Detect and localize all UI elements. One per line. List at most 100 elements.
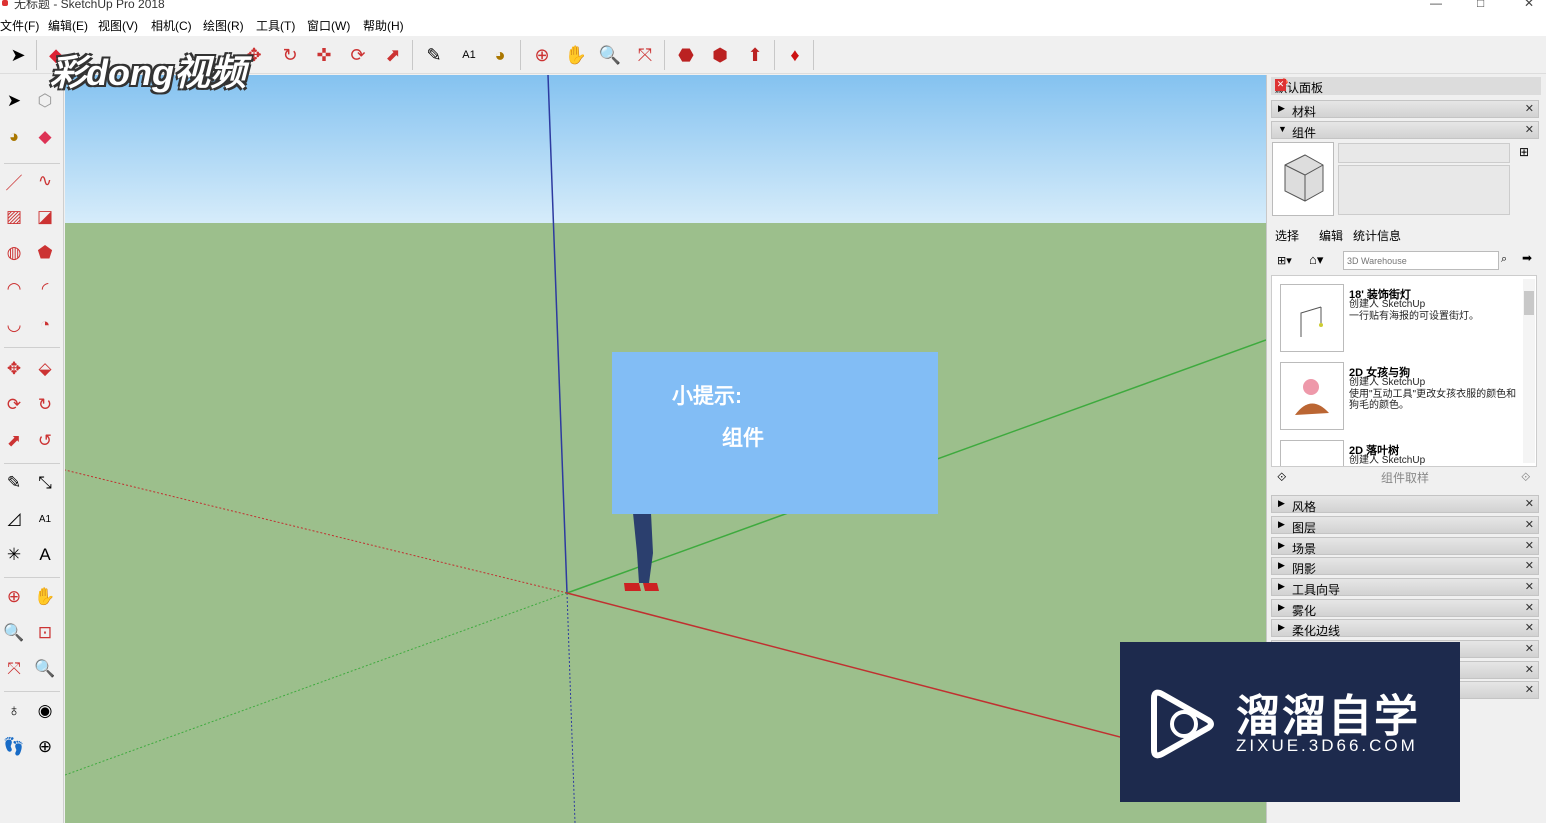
rectangle-tool-icon[interactable]: ▨ xyxy=(0,203,28,231)
tab-select[interactable]: 选择 xyxy=(1275,227,1299,244)
search-icon[interactable]: ⌕ xyxy=(1501,253,1507,266)
zoom-icon[interactable]: 🔍 xyxy=(596,41,624,69)
orbit-icon[interactable]: ⊕ xyxy=(528,41,556,69)
line-tool-icon[interactable]: ／ xyxy=(0,167,28,195)
push-pull-icon[interactable]: ⬙ xyxy=(31,355,59,383)
section-layers[interactable]: ▶ 图层 ✕ xyxy=(1271,516,1539,535)
search-input[interactable] xyxy=(1343,251,1499,270)
warehouse-icon[interactable]: ⬣ xyxy=(672,41,700,69)
paint-bucket-icon[interactable]: ◕ xyxy=(0,123,28,151)
close-icon[interactable]: ✕ xyxy=(1525,102,1534,115)
minimize-button[interactable]: — xyxy=(1430,0,1442,10)
text-tool-icon[interactable]: A1 xyxy=(455,41,483,69)
zoom-extents-icon[interactable]: ⤧ xyxy=(631,41,659,69)
paint-bucket-icon[interactable]: ◕ xyxy=(486,41,514,69)
section-plane-icon[interactable]: ⊕ xyxy=(31,733,59,761)
menu-file[interactable]: 文件(F) xyxy=(0,17,39,34)
axes-tool-icon[interactable]: ✳ xyxy=(0,541,28,569)
tab-statistics[interactable]: 统计信息 xyxy=(1353,227,1401,244)
move-tool-icon[interactable]: ✥ xyxy=(0,355,28,383)
thumb-streetlight[interactable] xyxy=(1280,284,1344,352)
eraser-tool-icon[interactable]: ◆ xyxy=(31,123,59,151)
sampler-icon[interactable]: ⟐ xyxy=(1277,470,1286,485)
rotate-tool-icon[interactable]: ⟳ xyxy=(0,391,28,419)
close-icon[interactable]: ✕ xyxy=(1525,123,1534,136)
scale-tool-icon[interactable]: ⬈ xyxy=(0,427,28,455)
pin-icon[interactable]: 📌 xyxy=(1275,78,1525,91)
section-styles[interactable]: ▶ 风格 ✕ xyxy=(1271,495,1539,514)
menu-draw[interactable]: 绘图(R) xyxy=(203,17,244,34)
tray-close-icon[interactable]: ✕ xyxy=(1275,79,1286,91)
walk-tool-icon[interactable]: 👣 xyxy=(0,733,28,761)
close-icon[interactable]: ✕ xyxy=(1525,683,1534,696)
rotated-rectangle-icon[interactable]: ◪ xyxy=(31,203,59,231)
close-icon[interactable]: ✕ xyxy=(1525,663,1534,676)
component-description-field[interactable] xyxy=(1338,165,1510,215)
view-options-icon[interactable]: ⊞▾ xyxy=(1277,254,1292,267)
pan-hand-icon[interactable]: ✋ xyxy=(562,41,590,69)
move-arrows-icon[interactable]: ✜ xyxy=(310,41,338,69)
menu-edit[interactable]: 编辑(E) xyxy=(48,17,88,34)
drawing-viewport[interactable]: 小提示: 组件 xyxy=(65,75,1266,823)
close-icon[interactable]: ✕ xyxy=(1525,601,1534,614)
menu-view[interactable]: 视图(V) xyxy=(98,17,138,34)
close-icon[interactable]: ✕ xyxy=(1525,497,1534,510)
tape-measure-icon[interactable]: ✎ xyxy=(0,469,28,497)
tab-edit[interactable]: 编辑 xyxy=(1319,227,1343,244)
section-fog[interactable]: ▶ 雾化 ✕ xyxy=(1271,599,1539,618)
pie-tool-icon[interactable]: ◔ xyxy=(31,311,59,339)
sampler-right-icon[interactable]: ⟐ xyxy=(1521,470,1530,485)
pan-hand-icon[interactable]: ✋ xyxy=(31,583,59,611)
maximize-button[interactable]: □ xyxy=(1477,0,1484,10)
tape-measure-icon[interactable]: ✎ xyxy=(420,41,448,69)
home-icon[interactable]: ⌂▾ xyxy=(1309,252,1323,268)
section-instructor[interactable]: ▶ 工具向导 ✕ xyxy=(1271,578,1539,597)
close-icon[interactable]: ✕ xyxy=(1525,642,1534,655)
share-model-icon[interactable]: ⬆ xyxy=(741,41,769,69)
section-materials[interactable]: ▶ 材料 ✕ xyxy=(1271,100,1539,119)
zoom-window-icon[interactable]: ⊡ xyxy=(31,619,59,647)
follow-me-tool-icon[interactable]: ↻ xyxy=(276,41,304,69)
thumb-deciduous-tree[interactable] xyxy=(1280,440,1344,466)
section-scenes[interactable]: ▶ 场景 ✕ xyxy=(1271,537,1539,556)
look-around-icon[interactable]: ◉ xyxy=(31,697,59,725)
text-tool-icon[interactable]: A1 xyxy=(31,505,59,533)
forward-icon[interactable]: ➡ xyxy=(1522,251,1532,265)
circle-tool-icon[interactable]: ◍ xyxy=(0,239,28,267)
previous-view-icon[interactable]: 🔍 xyxy=(31,655,59,683)
arc-tool-icon[interactable]: ◠ xyxy=(0,275,28,303)
ruby-console-icon[interactable]: ♦ xyxy=(781,41,809,69)
offset-tool-icon[interactable]: ↺ xyxy=(31,427,59,455)
thumb-girl-dog[interactable] xyxy=(1280,362,1344,430)
results-scrollbar[interactable] xyxy=(1523,279,1535,463)
select-tool-icon[interactable]: ➤ xyxy=(4,41,32,69)
menu-camera[interactable]: 相机(C) xyxy=(151,17,192,34)
freehand-tool-icon[interactable]: ∿ xyxy=(31,167,59,195)
scale-tool-icon[interactable]: ⬈ xyxy=(379,41,407,69)
rotate-tool-icon[interactable]: ⟳ xyxy=(344,41,372,69)
zoom-extents-icon[interactable]: ⤧ xyxy=(0,655,28,683)
dimension-tool-icon[interactable]: ⤡ xyxy=(31,469,59,497)
zoom-icon[interactable]: 🔍 xyxy=(0,619,28,647)
close-icon[interactable]: ✕ xyxy=(1525,539,1534,552)
menu-tools[interactable]: 工具(T) xyxy=(256,17,295,34)
orbit-icon[interactable]: ⊕ xyxy=(0,583,28,611)
extension-warehouse-icon[interactable]: ⬢ xyxy=(706,41,734,69)
close-icon[interactable]: ✕ xyxy=(1525,621,1534,634)
section-components[interactable]: ▼ 组件 ✕ xyxy=(1271,121,1539,140)
detail-toggle-icon[interactable]: ⊞ xyxy=(1519,145,1529,159)
two-point-arc-icon[interactable]: ◜ xyxy=(31,275,59,303)
follow-me-icon[interactable]: ↻ xyxy=(31,391,59,419)
protractor-icon[interactable]: ◿ xyxy=(0,505,28,533)
close-icon[interactable]: ✕ xyxy=(1525,580,1534,593)
three-point-arc-icon[interactable]: ◡ xyxy=(0,311,28,339)
component-name-field[interactable] xyxy=(1338,143,1510,163)
position-camera-icon[interactable]: ♁ xyxy=(0,697,28,725)
close-icon[interactable]: ✕ xyxy=(1525,559,1534,572)
section-soften-edges[interactable]: ▶ 柔化边线 ✕ xyxy=(1271,619,1539,638)
polygon-tool-icon[interactable]: ⬟ xyxy=(31,239,59,267)
select-tool-icon[interactable]: ➤ xyxy=(0,87,28,115)
menu-window[interactable]: 窗口(W) xyxy=(307,17,350,34)
menu-help[interactable]: 帮助(H) xyxy=(363,17,404,34)
3d-text-icon[interactable]: A xyxy=(31,541,59,569)
